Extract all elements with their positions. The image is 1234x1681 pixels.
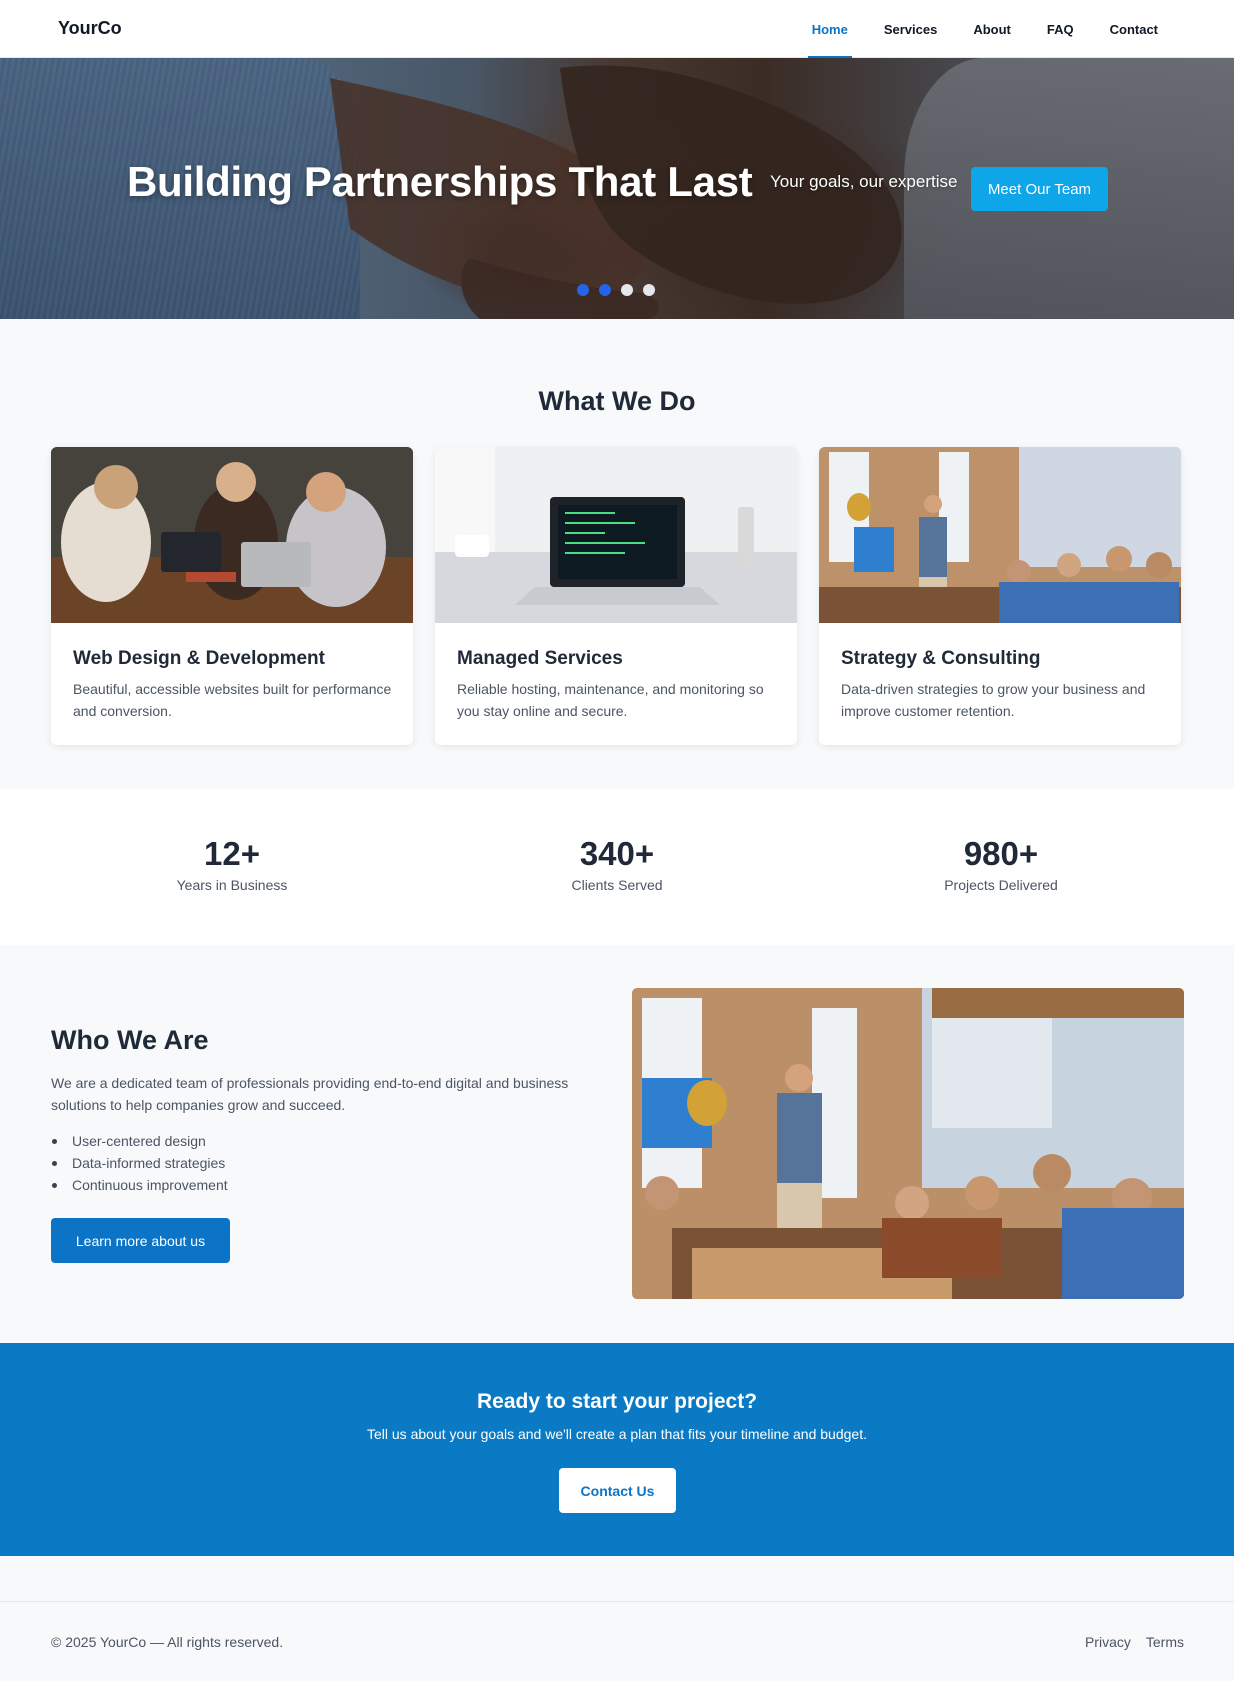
hero-carousel: Building Partnerships That Last Your goa… bbox=[0, 58, 1234, 319]
carousel-dot-3[interactable] bbox=[621, 284, 633, 296]
about-points: User-centered design Data-informed strat… bbox=[51, 1130, 228, 1196]
list-item: Continuous improvement bbox=[51, 1174, 228, 1196]
cta-text: Tell us about your goals and we'll creat… bbox=[367, 1426, 867, 1442]
about-text: We are a dedicated team of professionals… bbox=[51, 1075, 569, 1113]
terms-link[interactable]: Terms bbox=[1146, 1634, 1184, 1650]
copyright: © 2025 YourCo — All rights reserved. bbox=[51, 1634, 284, 1650]
meet-our-team-button[interactable]: Meet Our Team bbox=[971, 167, 1108, 211]
stat-projects: 980+ Projects Delivered bbox=[851, 835, 1151, 893]
hero-title: Building Partnerships That Last bbox=[127, 158, 753, 205]
hero-subtitle: Your goals, our expertise bbox=[770, 172, 958, 191]
stat-label: Years in Business bbox=[176, 877, 288, 893]
service-card-managed-services[interactable]: Managed Services Reliable hosting, maint… bbox=[435, 447, 797, 745]
card-description: Data-driven strategies to grow your busi… bbox=[841, 681, 1146, 719]
card-description: Beautiful, accessible websites built for… bbox=[73, 681, 392, 719]
stat-label: Projects Delivered bbox=[944, 877, 1058, 893]
stat-years: 12+ Years in Business bbox=[82, 835, 382, 893]
stat-value: 980+ bbox=[963, 835, 1039, 872]
services-cards: Web Design & Development Beautiful, acce… bbox=[51, 447, 1183, 745]
stat-value: 340+ bbox=[579, 835, 655, 872]
team-meeting-image bbox=[51, 447, 413, 623]
carousel-dot-1[interactable] bbox=[577, 284, 589, 296]
logo[interactable]: YourCo bbox=[58, 18, 122, 39]
cta-section: Ready to start your project? Tell us abo… bbox=[0, 1343, 1234, 1556]
nav-about[interactable]: About bbox=[955, 0, 1029, 58]
stat-label: Clients Served bbox=[571, 877, 663, 893]
privacy-link[interactable]: Privacy bbox=[1085, 1634, 1131, 1650]
nav-faq[interactable]: FAQ bbox=[1029, 0, 1092, 58]
cta-title: Ready to start your project? bbox=[476, 1390, 758, 1413]
card-title: Web Design & Development bbox=[73, 648, 325, 669]
nav-services[interactable]: Services bbox=[866, 0, 956, 58]
service-card-web-design[interactable]: Web Design & Development Beautiful, acce… bbox=[51, 447, 413, 745]
about-title: Who We Are bbox=[51, 1025, 209, 1055]
contact-us-button[interactable]: Contact Us bbox=[559, 1468, 676, 1513]
footer-links: Privacy Terms bbox=[1085, 1634, 1184, 1650]
learn-more-button[interactable]: Learn more about us bbox=[51, 1218, 230, 1263]
list-item: Data-informed strategies bbox=[51, 1152, 228, 1174]
card-title: Strategy & Consulting bbox=[841, 648, 1041, 669]
nav-home[interactable]: Home bbox=[794, 0, 866, 59]
card-description: Reliable hosting, maintenance, and monit… bbox=[457, 681, 764, 719]
service-card-strategy[interactable]: Strategy & Consulting Data-driven strate… bbox=[819, 447, 1181, 745]
office-presentation-image bbox=[819, 447, 1181, 623]
main-nav: Home Services About FAQ Contact bbox=[794, 0, 1176, 59]
laptop-code-image bbox=[435, 447, 797, 623]
nav-contact[interactable]: Contact bbox=[1092, 0, 1176, 58]
stat-clients: 340+ Clients Served bbox=[467, 835, 767, 893]
stats-section: 12+ Years in Business 340+ Clients Serve… bbox=[0, 789, 1234, 945]
stat-value: 12+ bbox=[204, 835, 260, 872]
card-title: Managed Services bbox=[457, 648, 623, 669]
site-footer: © 2025 YourCo — All rights reserved. Pri… bbox=[0, 1601, 1234, 1681]
carousel-indicators bbox=[577, 284, 655, 296]
carousel-dot-4[interactable] bbox=[643, 284, 655, 296]
list-item: User-centered design bbox=[51, 1130, 228, 1152]
about-office-image bbox=[632, 988, 1184, 1299]
carousel-dot-2[interactable] bbox=[599, 284, 611, 296]
site-header: YourCo Home Services About FAQ Contact bbox=[0, 0, 1234, 59]
services-title: What We Do bbox=[538, 386, 696, 416]
